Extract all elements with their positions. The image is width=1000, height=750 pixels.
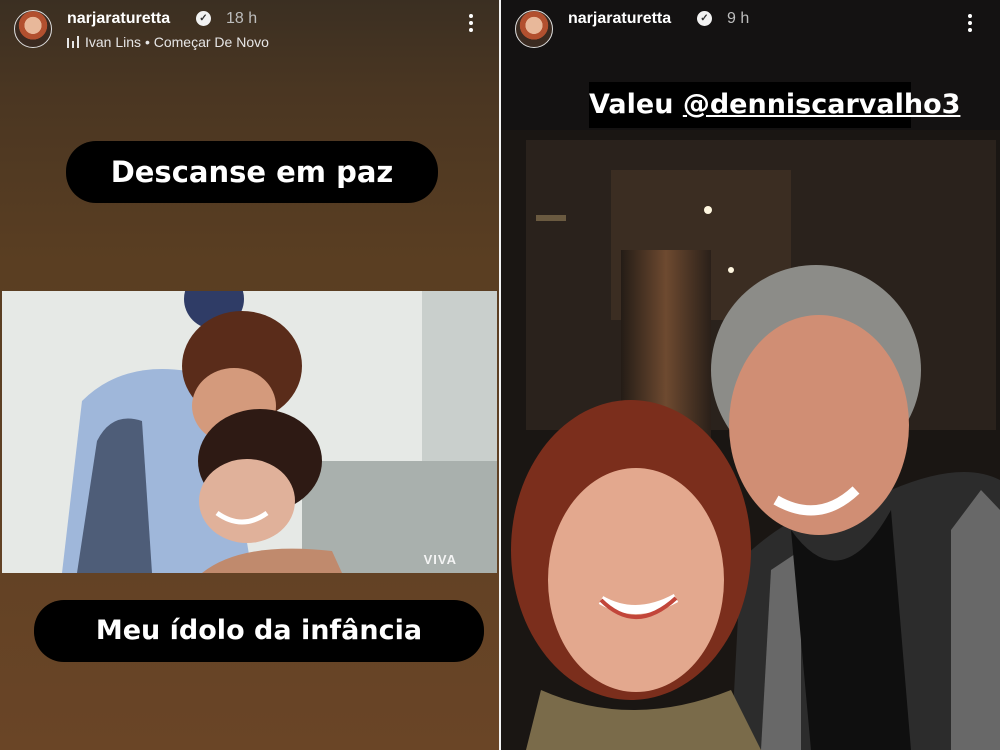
avatar[interactable] bbox=[515, 10, 553, 48]
music-song: Começar De Novo bbox=[153, 34, 269, 50]
story-right[interactable]: narjaraturetta ✓ 9 h Valeu @denniscarval… bbox=[501, 0, 1000, 750]
selfie-photo bbox=[501, 130, 1000, 750]
verified-badge-icon: ✓ bbox=[697, 11, 712, 26]
channel-watermark: VIVA bbox=[423, 552, 457, 567]
more-options-icon[interactable] bbox=[468, 14, 474, 36]
embrace-scene bbox=[2, 291, 497, 573]
mention-prefix: Valeu bbox=[589, 89, 683, 120]
mention-sticker[interactable]: Valeu @denniscarvalho3 bbox=[589, 82, 960, 128]
music-info[interactable]: Ivan Lins • Começar De Novo bbox=[67, 34, 269, 50]
music-bars-icon bbox=[67, 36, 79, 48]
caption-bottom: Meu ídolo da infância bbox=[34, 600, 484, 662]
tv-still-image: VIVA bbox=[2, 291, 497, 573]
verified-badge-icon: ✓ bbox=[196, 11, 211, 26]
username[interactable]: narjaraturetta bbox=[67, 10, 170, 28]
caption-top: Descanse em paz bbox=[66, 141, 438, 203]
story-left[interactable]: narjaraturetta ✓ 18 h Ivan Lins • Começa… bbox=[0, 0, 499, 750]
avatar[interactable] bbox=[14, 10, 52, 48]
post-time: 18 h bbox=[226, 10, 258, 27]
selfie-scene bbox=[501, 130, 1000, 750]
mention-link[interactable]: @denniscarvalho3 bbox=[683, 89, 961, 120]
username[interactable]: narjaraturetta bbox=[568, 10, 671, 28]
post-time: 9 h bbox=[727, 10, 750, 27]
more-options-icon[interactable] bbox=[967, 14, 973, 36]
story-header: narjaraturetta ✓ 18 h Ivan Lins • Começa… bbox=[14, 10, 485, 54]
music-artist: Ivan Lins bbox=[85, 34, 142, 50]
story-header: narjaraturetta ✓ 9 h bbox=[515, 10, 986, 54]
music-separator: • bbox=[144, 34, 150, 50]
